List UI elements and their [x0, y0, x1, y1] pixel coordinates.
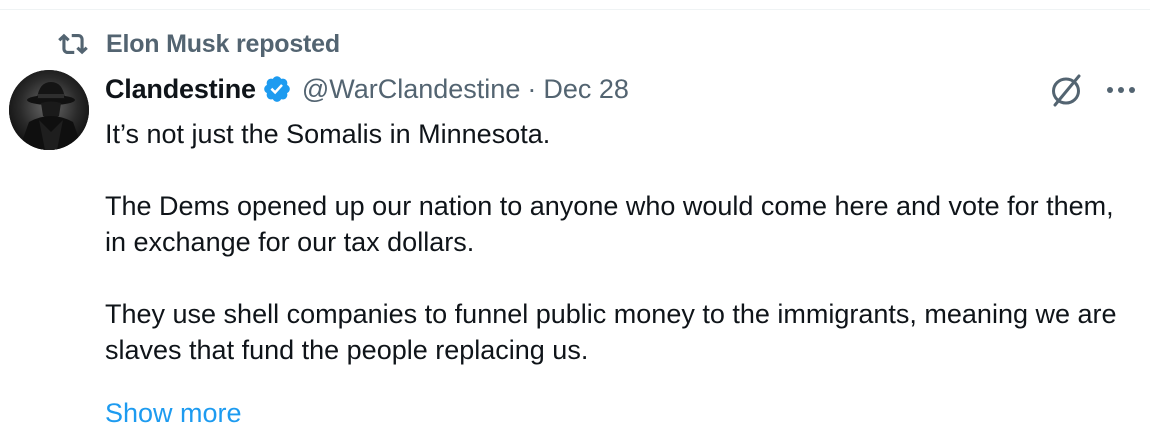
header-separator: · — [527, 73, 537, 104]
more-icon[interactable] — [1104, 78, 1138, 102]
tweet-text: It’s not just the Somalis in Minnesota. … — [105, 116, 1140, 368]
tweet-paragraph: They use shell companies to funnel publi… — [105, 299, 1117, 365]
author-handle[interactable]: @WarClandestine — [302, 74, 521, 105]
tweet-paragraph: The Dems opened up our nation to anyone … — [105, 191, 1114, 257]
repost-icon — [58, 29, 88, 59]
grok-icon[interactable] — [1046, 70, 1086, 110]
top-divider — [0, 9, 1150, 10]
author-display-name[interactable]: Clandestine — [105, 74, 256, 105]
avatar[interactable] — [9, 70, 89, 150]
show-more-link[interactable]: Show more — [105, 395, 242, 431]
repost-text: Elon Musk reposted — [106, 29, 340, 58]
post-header: Clandestine @WarClandestine · Dec 28 — [105, 70, 629, 108]
verified-badge-icon[interactable] — [262, 74, 292, 104]
post-date[interactable]: Dec 28 — [543, 74, 629, 105]
repost-context[interactable]: Elon Musk reposted — [58, 29, 340, 59]
tweet-paragraph: It’s not just the Somalis in Minnesota. — [105, 119, 551, 149]
